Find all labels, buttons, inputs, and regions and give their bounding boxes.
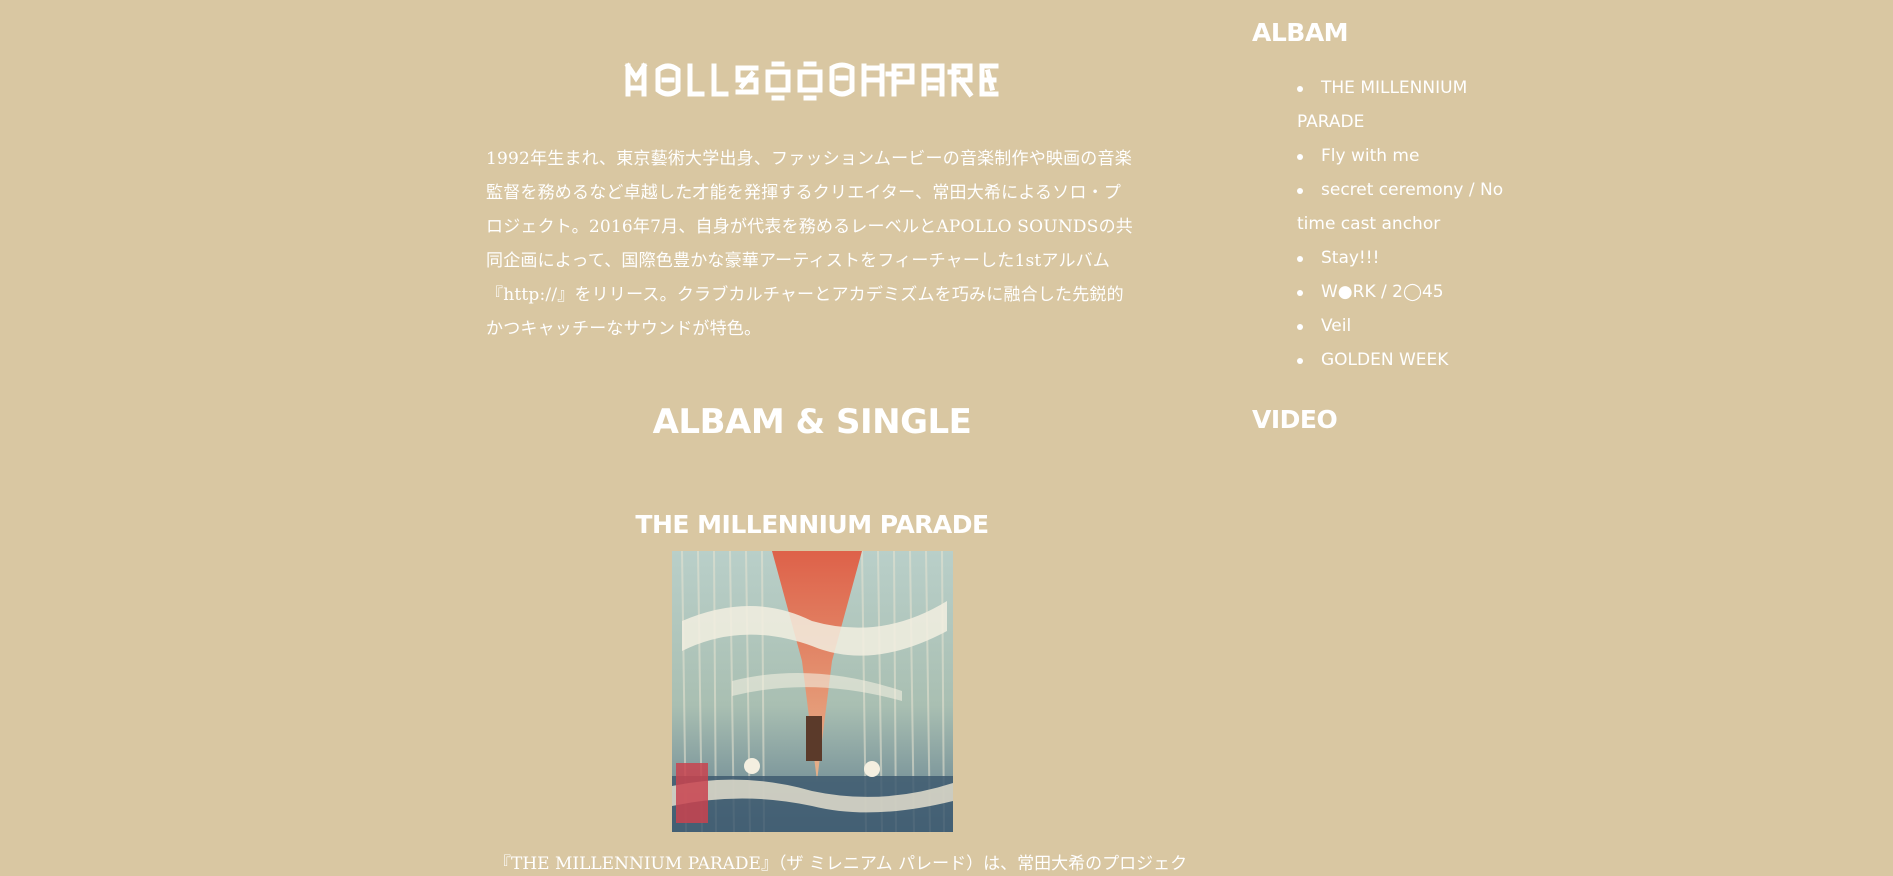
millennium-parade-logo	[624, 61, 999, 101]
album-link[interactable]: Fly with me	[1321, 146, 1419, 166]
album-cover-image[interactable]	[671, 551, 953, 832]
album-link[interactable]: THE MILLENNIUM PARADE	[1297, 78, 1467, 132]
sidebar: ALBAM THE MILLENNIUM PARADE Fly with me …	[1252, 18, 1512, 434]
album-link[interactable]: W●RK / 2◯45	[1321, 282, 1444, 302]
album-list: THE MILLENNIUM PARADE Fly with me secret…	[1252, 71, 1512, 377]
intro-text: 1992年生まれ、東京藝術大学出身、ファッションムービーの音楽制作や映画の音楽監…	[486, 149, 1133, 339]
page: 1992年生まれ、東京藝術大学出身、ファッションムービーの音楽制作や映画の音楽監…	[0, 0, 1893, 876]
album-list-item[interactable]: Stay!!!	[1297, 241, 1512, 275]
album-list-item[interactable]: Fly with me	[1297, 139, 1512, 173]
album-list-item[interactable]: secret ceremony / No time cast anchor	[1297, 173, 1512, 241]
album-list-item[interactable]: W●RK / 2◯45	[1297, 275, 1512, 309]
album-list-item[interactable]: THE MILLENNIUM PARADE	[1297, 71, 1512, 139]
album-link[interactable]: secret ceremony / No time cast anchor	[1297, 180, 1503, 234]
album-description: 『THE MILLENNIUM PARADE』（ザ ミレニアム パレード）は、常…	[494, 854, 1188, 874]
album-list-item[interactable]: GOLDEN WEEK	[1297, 343, 1512, 377]
sidebar-video-heading: VIDEO	[1252, 405, 1338, 434]
main-content: 1992年生まれ、東京藝術大学出身、ファッションムービーの音楽制作や映画の音楽監…	[486, 60, 1188, 874]
section-title: ALBAM & SINGLE	[652, 402, 972, 442]
album-link[interactable]: Stay!!!	[1321, 248, 1379, 268]
sidebar-album-heading: ALBAM	[1252, 18, 1349, 47]
album-link[interactable]: GOLDEN WEEK	[1321, 350, 1448, 370]
album-list-item[interactable]: Veil	[1297, 309, 1512, 343]
album-link[interactable]: Veil	[1321, 316, 1351, 336]
album-title: THE MILLENNIUM PARADE	[635, 510, 989, 539]
